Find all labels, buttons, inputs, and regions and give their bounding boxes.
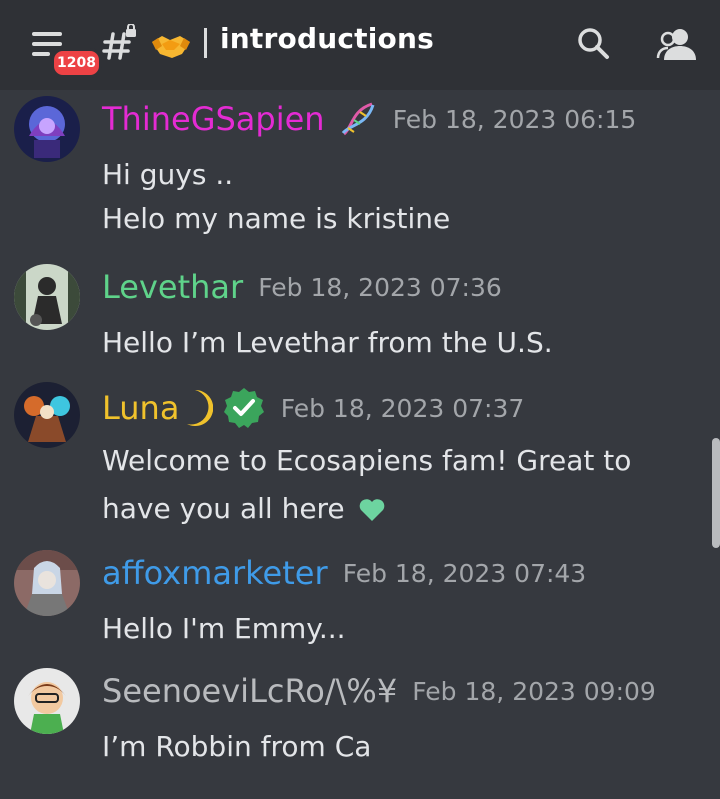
avatar[interactable] (14, 264, 80, 330)
avatar[interactable] (14, 668, 80, 734)
username[interactable]: ThineGSapien (102, 100, 325, 138)
dna-icon (341, 102, 375, 136)
avatar[interactable] (14, 382, 80, 448)
hamburger-menu-icon[interactable]: 1208 (32, 30, 102, 78)
timestamp: Feb 18, 2023 09:09 (412, 676, 656, 706)
username[interactable]: Levethar (102, 268, 243, 306)
message-text: Hello I’m Levethar from the U.S. (102, 326, 553, 359)
message-text: Hi guys .. (102, 158, 234, 191)
channel-header: 1208 introductions (0, 0, 720, 90)
crescent-moon-icon (186, 389, 213, 426)
timestamp: Feb 18, 2023 06:15 (392, 104, 637, 134)
header-divider (204, 28, 207, 58)
search-icon[interactable] (576, 26, 612, 62)
message-text: have you all here (102, 492, 345, 525)
message-text-line: have you all here (102, 492, 386, 525)
avatar[interactable] (14, 96, 80, 162)
timestamp: Feb 18, 2023 07:37 (280, 393, 525, 423)
username[interactable]: affoxmarketer (102, 554, 328, 592)
message-text: Hello I'm Emmy... (102, 612, 346, 645)
message-text: Welcome to Ecosapiens fam! Great to (102, 444, 632, 477)
username[interactable]: SeenoeviLcRo/\%¥ (102, 672, 397, 710)
text-channel-locked-icon (102, 24, 136, 60)
scrollbar-thumb[interactable] (712, 438, 720, 548)
timestamp: Feb 18, 2023 07:36 (258, 272, 502, 302)
handshake-icon (152, 36, 190, 58)
channel-title: introductions (220, 22, 434, 55)
green-heart-icon (359, 499, 384, 521)
avatar[interactable] (14, 550, 80, 616)
verified-icon (223, 388, 264, 428)
message-text: I’m Robbin from Ca (102, 730, 372, 763)
message-text: Helo my name is kristine (102, 202, 451, 235)
timestamp: Feb 18, 2023 07:43 (342, 558, 587, 588)
username[interactable]: Luna (102, 389, 179, 427)
members-icon[interactable] (656, 26, 698, 62)
notification-badge: 1208 (51, 48, 102, 78)
